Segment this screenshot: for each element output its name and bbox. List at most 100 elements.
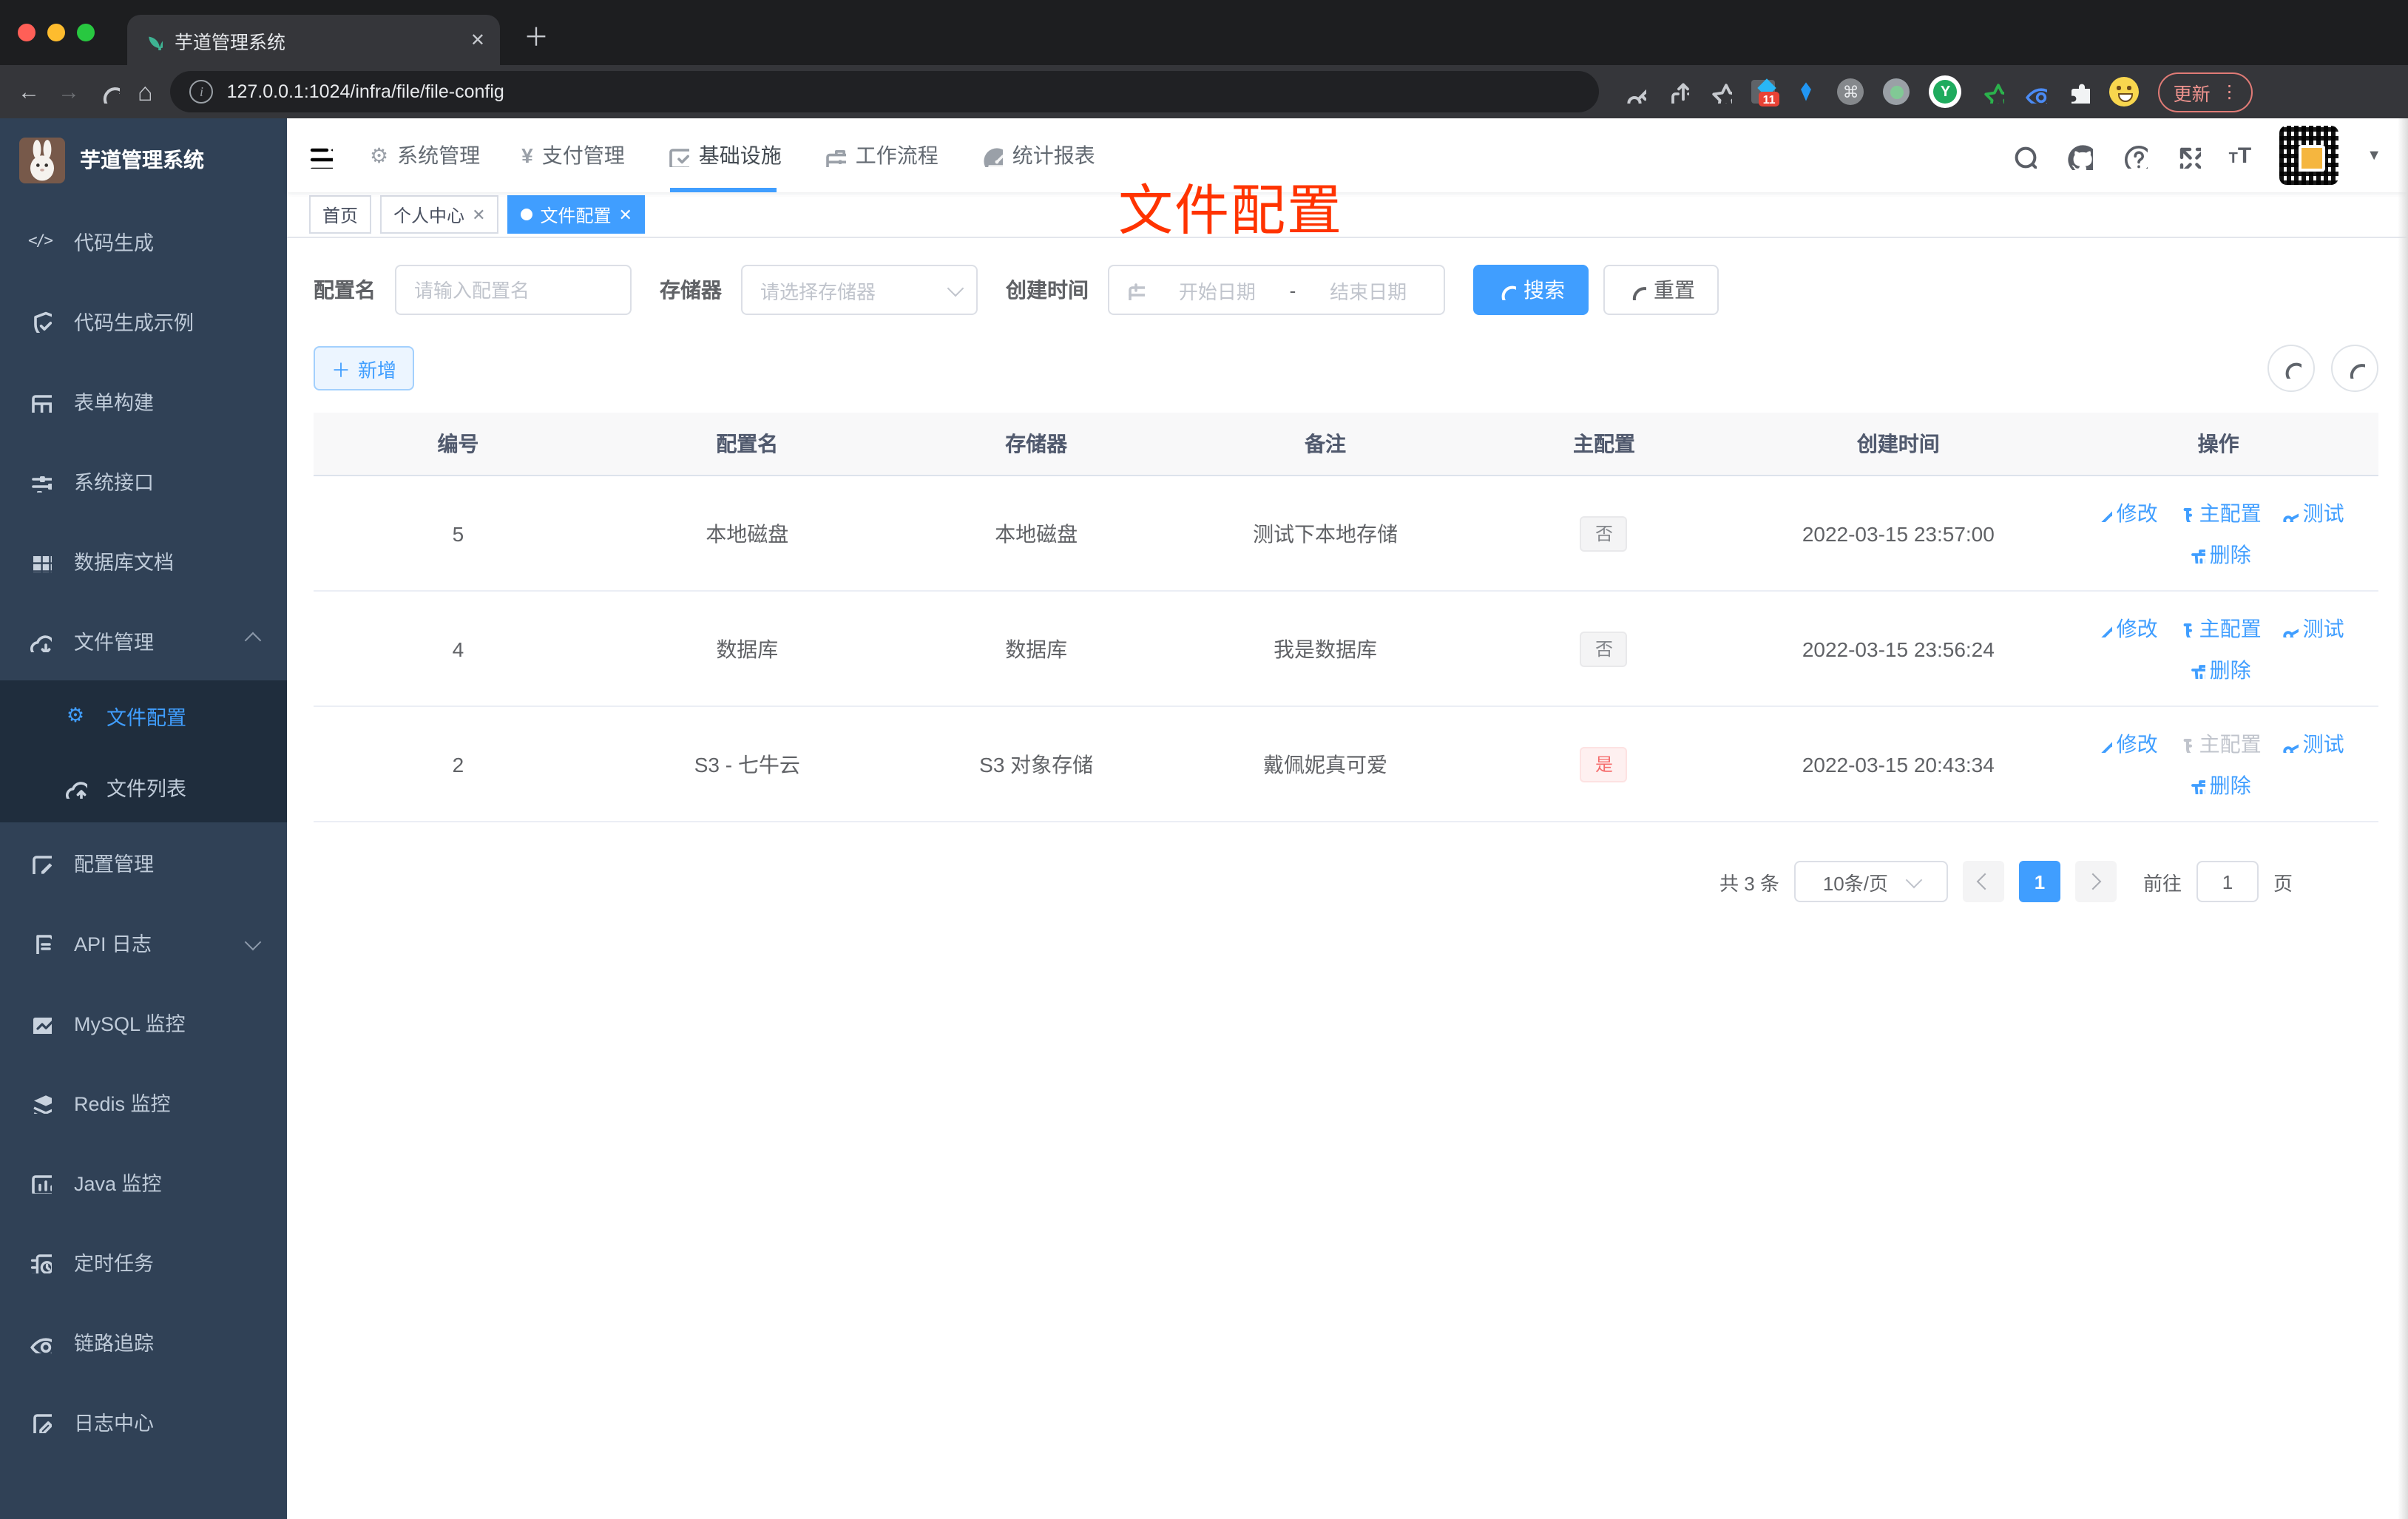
- sidebar-item-code-example[interactable]: 代码生成示例: [0, 281, 287, 361]
- extension-y-icon[interactable]: Y: [1929, 75, 1962, 108]
- sidebar-item-form-builder[interactable]: 表单构建: [0, 361, 287, 441]
- sidebar-group-api-log[interactable]: API 日志: [0, 902, 287, 982]
- yen-icon: ¥: [521, 143, 533, 167]
- sidebar-collapse-icon[interactable]: [306, 142, 333, 169]
- minimize-window-button[interactable]: [47, 24, 65, 41]
- search-button[interactable]: 搜索: [1473, 265, 1589, 315]
- edit-button[interactable]: 修改: [2093, 498, 2158, 527]
- gear-icon: ⚙: [370, 143, 389, 166]
- set-master-button[interactable]: 主配置: [2176, 613, 2262, 643]
- refresh-table-button[interactable]: [2331, 345, 2378, 392]
- show-search-toggle-button[interactable]: [2267, 345, 2315, 392]
- home-button[interactable]: ⌂: [138, 79, 153, 104]
- table-header-row: 编号 配置名 存储器 备注 主配置 创建时间 操作: [314, 413, 2378, 476]
- browser-update-button[interactable]: 更新 ⋮: [2158, 72, 2253, 112]
- nav-item-payment[interactable]: ¥ 支付管理: [517, 118, 629, 192]
- sidebar-item-java-monitor[interactable]: Java 监控: [0, 1142, 287, 1222]
- delete-button[interactable]: 删除: [2186, 539, 2251, 569]
- active-dot-icon: [521, 209, 533, 220]
- sidebar-item-db-doc[interactable]: 数据库文档: [0, 521, 287, 601]
- nav-item-infrastructure[interactable]: 基础设施: [662, 118, 786, 192]
- set-master-button[interactable]: 主配置: [2176, 498, 2262, 527]
- page-size-select[interactable]: 10条/页: [1793, 861, 1948, 902]
- storage-select[interactable]: 请选择存储器: [741, 265, 978, 315]
- font-size-icon[interactable]: TT: [2229, 144, 2252, 166]
- calendar-icon: [1129, 283, 1145, 300]
- site-info-icon[interactable]: i: [189, 80, 214, 104]
- maximize-window-button[interactable]: [77, 24, 95, 41]
- extension-star-icon[interactable]: [1981, 80, 2005, 104]
- form-table-icon: [28, 389, 52, 413]
- window-controls: [0, 0, 115, 65]
- sidebar-item-redis-monitor[interactable]: Redis 监控: [0, 1062, 287, 1142]
- close-icon[interactable]: ✕: [472, 205, 485, 224]
- browser-tab[interactable]: 芋道管理系统 ✕: [127, 15, 500, 65]
- new-tab-button[interactable]: ＋: [524, 16, 549, 53]
- nav-item-reports[interactable]: 统计报表: [975, 118, 1100, 192]
- extension-eye-icon[interactable]: [2024, 80, 2048, 104]
- help-icon[interactable]: [2121, 142, 2148, 169]
- sidebar-item-code-generation[interactable]: </> 代码生成: [0, 201, 287, 281]
- goto-page-input[interactable]: [2196, 861, 2259, 902]
- test-button[interactable]: 测试: [2279, 728, 2344, 758]
- address-bar[interactable]: i 127.0.0.1:1024/infra/file/file-config: [170, 71, 1600, 112]
- status-badge: 否: [1580, 515, 1628, 551]
- test-button[interactable]: 测试: [2279, 613, 2344, 643]
- next-page-button[interactable]: [2074, 861, 2117, 902]
- sidebar-item-trace[interactable]: 链路追踪: [0, 1302, 287, 1381]
- sidebar-item-config-management[interactable]: 配置管理: [0, 822, 287, 902]
- fullscreen-icon[interactable]: [2176, 143, 2201, 168]
- forward-button[interactable]: →: [58, 81, 80, 103]
- tag-profile[interactable]: 个人中心 ✕: [380, 195, 499, 234]
- date-end-placeholder[interactable]: 结束日期: [1308, 276, 1429, 304]
- sidebar-item-log-center[interactable]: 日志中心: [0, 1381, 287, 1461]
- back-button[interactable]: ←: [18, 81, 40, 103]
- extension-gray-dot-icon[interactable]: [1883, 78, 1910, 105]
- delete-button[interactable]: 删除: [2186, 770, 2251, 799]
- sidebar-item-file-list[interactable]: 文件列表: [0, 751, 287, 822]
- sidebar-item-system-api[interactable]: 系统接口: [0, 441, 287, 521]
- app-logo[interactable]: 芋道管理系统: [0, 118, 287, 201]
- extensions-puzzle-icon[interactable]: [2067, 80, 2091, 104]
- col-storage: 存储器: [891, 413, 1181, 476]
- tag-home[interactable]: 首页: [309, 195, 372, 234]
- close-icon[interactable]: ✕: [619, 205, 632, 224]
- extension-kite-icon[interactable]: [1795, 80, 1819, 104]
- table-row: 4 数据库 数据库 我是数据库 否 2022-03-15 23:56:24 修改…: [314, 591, 2378, 707]
- github-icon[interactable]: [2065, 141, 2093, 169]
- password-key-icon[interactable]: [1623, 80, 1647, 104]
- avatar-qr[interactable]: [2279, 126, 2339, 185]
- page-content: 配置名 存储器 请选择存储器 创建时间 开始: [287, 238, 2408, 1519]
- extension-pinned-icon[interactable]: 11: [1751, 78, 1779, 106]
- bookmark-star-icon[interactable]: [1709, 80, 1733, 104]
- prev-page-button[interactable]: [1962, 861, 2004, 902]
- gear-icon: ⚙: [66, 704, 85, 726]
- extension-command-icon[interactable]: ⌘: [1837, 78, 1864, 105]
- date-start-placeholder[interactable]: 开始日期: [1157, 276, 1278, 304]
- search-icon[interactable]: [2010, 142, 2037, 169]
- reset-button[interactable]: 重置: [1603, 265, 1719, 315]
- add-button[interactable]: ＋ 新增: [314, 346, 415, 390]
- edit-button[interactable]: 修改: [2093, 728, 2158, 758]
- sidebar-item-mysql-monitor[interactable]: MySQL 监控: [0, 982, 287, 1062]
- tag-file-config[interactable]: 文件配置 ✕: [507, 195, 646, 234]
- current-page[interactable]: 1: [2018, 861, 2060, 902]
- test-button[interactable]: 测试: [2279, 498, 2344, 527]
- date-range-picker[interactable]: 开始日期 - 结束日期: [1108, 265, 1445, 315]
- sidebar-item-scheduled-tasks[interactable]: 定时任务: [0, 1222, 287, 1302]
- extension-emoji-icon[interactable]: [2109, 77, 2140, 106]
- chevron-down-icon: [947, 279, 964, 297]
- browser-menu-icon[interactable]: ⋮: [2221, 81, 2239, 102]
- tab-close-icon[interactable]: ✕: [470, 30, 485, 50]
- nav-item-workflow[interactable]: 工作流程: [819, 118, 943, 192]
- close-window-button[interactable]: [18, 24, 35, 41]
- reload-button[interactable]: [98, 81, 120, 103]
- caret-down-icon[interactable]: ▼: [2367, 147, 2381, 163]
- sidebar-item-file-config[interactable]: ⚙ 文件配置: [0, 680, 287, 751]
- config-name-input[interactable]: [396, 266, 630, 314]
- delete-button[interactable]: 删除: [2186, 654, 2251, 684]
- share-icon[interactable]: [1666, 80, 1690, 104]
- edit-button[interactable]: 修改: [2093, 613, 2158, 643]
- nav-item-system[interactable]: ⚙ 系统管理: [365, 118, 484, 192]
- sidebar-group-file-management[interactable]: 文件管理: [0, 601, 287, 680]
